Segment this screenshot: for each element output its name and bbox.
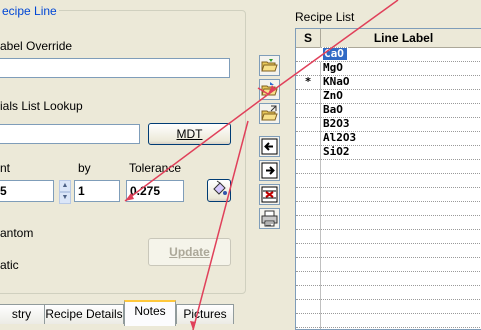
tab-pictures-label: Pictures — [183, 307, 227, 321]
column-header-s[interactable]: S — [296, 29, 321, 47]
mdt-button-label: MDT — [176, 127, 203, 141]
list-row[interactable] — [296, 230, 481, 244]
list-row[interactable] — [296, 244, 481, 258]
list-row[interactable] — [296, 188, 481, 202]
static-label: atic — [0, 258, 19, 272]
row-line-label: MgO — [323, 61, 343, 74]
row-line-label: KNaO — [323, 75, 350, 88]
tolerance-input[interactable] — [126, 180, 184, 202]
materials-lookup-label: ials List Lookup — [0, 99, 83, 113]
list-row[interactable] — [296, 160, 481, 174]
spin-up-icon[interactable]: ▲ — [59, 180, 71, 192]
tab-recipe-details-label: Recipe Details — [45, 307, 123, 321]
list-row[interactable]: BaO — [296, 104, 481, 118]
list-row[interactable]: CaO — [296, 47, 481, 62]
update-button[interactable]: Update — [148, 238, 231, 266]
list-row[interactable] — [296, 314, 481, 328]
print-button[interactable] — [259, 208, 280, 229]
amount-label: nt — [0, 161, 11, 175]
list-row[interactable]: B2O3 — [296, 118, 481, 132]
list-row[interactable] — [296, 258, 481, 272]
tab-history-label: stry — [11, 307, 32, 321]
amount-input[interactable] — [0, 180, 54, 202]
list-row[interactable] — [296, 216, 481, 230]
list-row[interactable]: Al2O3 — [296, 132, 481, 146]
open-folder-button[interactable] — [259, 55, 280, 76]
row-status: * — [304, 75, 312, 88]
tolerance-label: Tolerance — [129, 161, 182, 175]
delete-button[interactable] — [259, 184, 280, 205]
arrow-right-icon — [261, 162, 278, 179]
mdt-button[interactable]: MDT — [148, 123, 231, 145]
tab-notes-label: Notes — [134, 304, 166, 318]
recipe-list-title: Recipe List — [295, 10, 355, 24]
by-label: by — [78, 161, 91, 175]
list-row[interactable] — [296, 174, 481, 188]
open-folder-icon — [261, 59, 278, 72]
row-line-label: B2O3 — [323, 117, 350, 130]
recipe-list[interactable]: S Line Label CaO MgO * KNaO ZnO BaO B2O3 Al2O3 S… — [295, 28, 481, 330]
row-line-label: SiO2 — [323, 145, 350, 158]
open-folder-alt-button[interactable] — [259, 79, 280, 100]
print-icon — [261, 210, 278, 227]
list-row[interactable] — [296, 202, 481, 216]
recipe-line-group-title: ecipe Line — [0, 4, 59, 18]
amount-spinner[interactable]: ▲ ▼ — [59, 180, 71, 204]
tolerance-picker-button[interactable] — [207, 179, 231, 202]
list-row[interactable] — [296, 286, 481, 300]
tab-history[interactable]: stry — [0, 304, 45, 324]
move-left-button[interactable] — [259, 136, 280, 157]
tab-recipe-details[interactable]: Recipe Details — [44, 304, 124, 324]
open-folder-arrows-icon — [261, 105, 278, 121]
open-folder-arrows-button[interactable] — [259, 103, 280, 124]
tab-strip: stry Recipe Details Notes Pictures — [0, 300, 240, 330]
phantom-label: antom — [0, 226, 34, 240]
list-row[interactable]: SiO2 — [296, 146, 481, 160]
column-header-line-label[interactable]: Line Label — [321, 29, 481, 47]
row-line-label: ZnO — [323, 89, 343, 102]
label-override-label: abel Override — [0, 39, 73, 53]
row-line-label: BaO — [323, 103, 343, 116]
materials-lookup-input[interactable] — [0, 124, 140, 144]
spin-down-icon[interactable]: ▼ — [59, 192, 71, 204]
paint-bucket-icon — [213, 180, 227, 195]
tab-notes[interactable]: Notes — [124, 300, 176, 326]
list-row[interactable]: MgO — [296, 62, 481, 76]
list-row[interactable]: ZnO — [296, 90, 481, 104]
row-line-label: CaO — [322, 47, 348, 61]
tab-pictures[interactable]: Pictures — [176, 304, 234, 324]
open-folder-alt-icon — [261, 82, 278, 96]
delete-x-icon — [261, 186, 278, 203]
move-right-button[interactable] — [259, 160, 280, 181]
list-row[interactable] — [296, 272, 481, 286]
row-line-label: Al2O3 — [323, 131, 357, 144]
label-override-input[interactable] — [0, 58, 230, 78]
by-input[interactable] — [74, 180, 120, 202]
list-header: S Line Label — [296, 29, 481, 48]
list-row[interactable] — [296, 300, 481, 314]
list-row[interactable]: * KNaO — [296, 76, 481, 90]
update-button-label: Update — [169, 245, 210, 259]
arrow-left-icon — [261, 138, 278, 155]
